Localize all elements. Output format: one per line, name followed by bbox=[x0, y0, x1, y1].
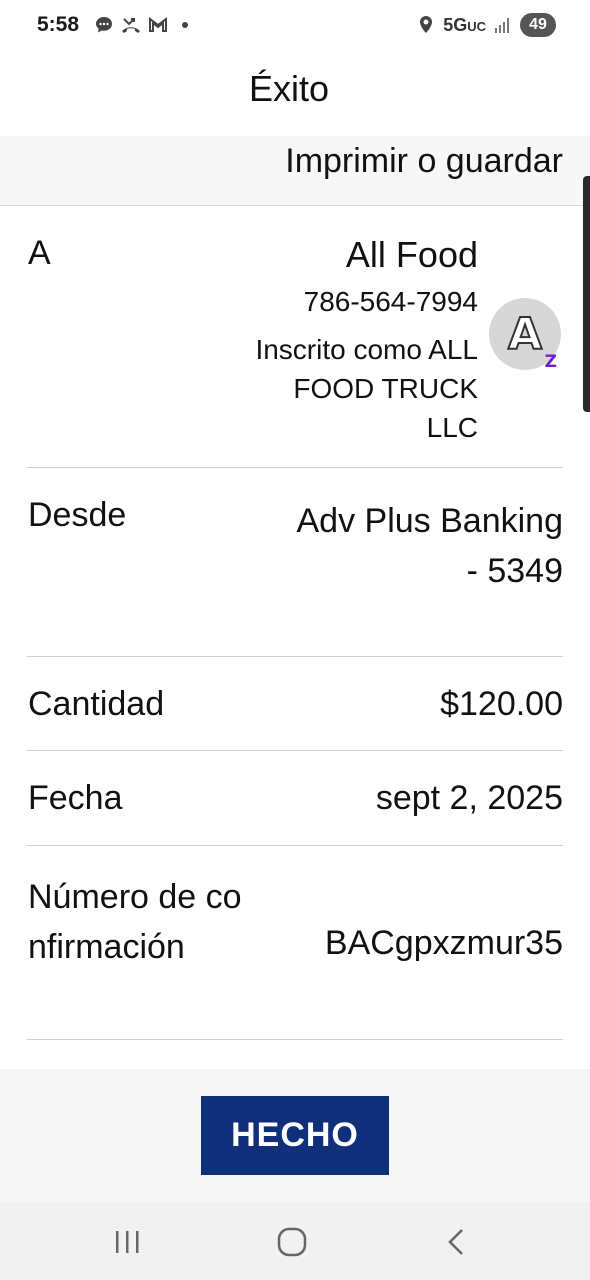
from-account-number: - 5349 bbox=[466, 552, 563, 590]
recipient-phone: 786-564-7994 bbox=[303, 286, 478, 317]
amount-label: Cantidad bbox=[28, 685, 165, 723]
done-button[interactable]: HECHO bbox=[201, 1096, 389, 1175]
print-or-save-link[interactable]: Imprimir o guardar bbox=[285, 142, 563, 181]
recent-apps-icon[interactable] bbox=[110, 1225, 144, 1259]
home-icon[interactable] bbox=[275, 1225, 309, 1259]
missed-call-icon bbox=[122, 18, 140, 33]
location-icon bbox=[420, 16, 433, 33]
recipient-row: A All Food 786-564-7994 Inscrito como AL… bbox=[27, 206, 563, 468]
navigation-bar bbox=[0, 1201, 590, 1280]
footer: HECHO bbox=[0, 1069, 590, 1201]
from-label: Desde bbox=[28, 496, 127, 534]
signal-icon bbox=[495, 18, 509, 33]
status-bar: 5:58 5GUC 49 bbox=[0, 0, 590, 52]
status-time: 5:58 bbox=[37, 13, 80, 36]
print-row: Imprimir o guardar bbox=[0, 136, 590, 206]
date-label: Fecha bbox=[28, 779, 123, 817]
avatar-letter: A bbox=[507, 308, 543, 361]
amount-row: Cantidad $120.00 bbox=[27, 657, 563, 751]
recipient-name: All Food bbox=[345, 234, 478, 275]
system-icons: 5GUC 49 bbox=[415, 13, 556, 37]
confirmation-row: Número de confirmación BACgpxzmur35 bbox=[27, 846, 563, 1040]
battery-indicator: 49 bbox=[520, 13, 556, 37]
confirmation-number: BACgpxzmur35 bbox=[324, 924, 563, 962]
title-bar: Éxito bbox=[0, 52, 590, 136]
confirmation-label: Número de confirmación bbox=[28, 878, 242, 966]
from-row: Desde Adv Plus Banking - 5349 bbox=[27, 468, 563, 657]
scroll-indicator[interactable] bbox=[583, 176, 590, 412]
date-row: Fecha sept 2, 2025 bbox=[27, 751, 563, 846]
dot-icon bbox=[182, 22, 188, 28]
back-icon[interactable] bbox=[440, 1225, 474, 1259]
network-type: 5GUC bbox=[443, 14, 486, 35]
page-title: Éxito bbox=[248, 68, 330, 109]
recipient-registered-name: Inscrito como ALL FOOD TRUCK LLC bbox=[255, 334, 478, 443]
recipient-label: A bbox=[28, 234, 51, 272]
from-account: Adv Plus Banking - 5349 bbox=[297, 496, 564, 596]
amount-value: $120.00 bbox=[440, 685, 563, 723]
gmail-icon bbox=[149, 17, 167, 32]
notification-icons bbox=[93, 14, 188, 36]
chat-icon bbox=[96, 17, 112, 33]
zelle-badge-icon: Z bbox=[544, 352, 557, 372]
avatar: A Z bbox=[489, 298, 561, 372]
date-value: sept 2, 2025 bbox=[375, 779, 563, 817]
from-account-name: Adv Plus Banking bbox=[296, 502, 564, 540]
